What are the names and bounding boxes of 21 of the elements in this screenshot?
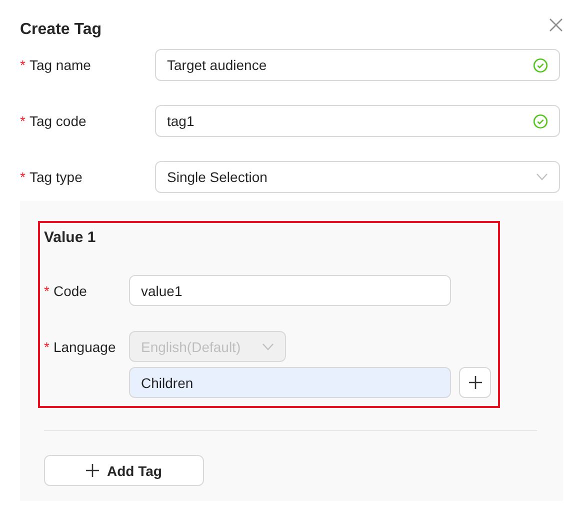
field-label: * Tag type (20, 169, 84, 185)
chevron-down-icon (262, 342, 274, 350)
field-label: * Code (44, 282, 88, 298)
add-language-button[interactable] (459, 367, 491, 398)
add-tag-button[interactable]: Add Tag (44, 455, 204, 486)
field-label: * Tag name (20, 57, 92, 73)
dialog-title: Create Tag (20, 20, 102, 40)
select-field[interactable]: Single Selection (155, 161, 560, 193)
plus-icon (86, 464, 100, 477)
value-title: Value 1 (44, 229, 97, 248)
input-field[interactable]: tag1 (155, 105, 560, 137)
input-field[interactable]: Target audience (155, 49, 560, 81)
check-icon (533, 114, 548, 128)
input-field[interactable]: value1 (129, 275, 451, 306)
check-icon (533, 58, 548, 72)
plus-icon (468, 376, 482, 389)
chevron-down-icon (536, 173, 548, 181)
field-label: * Language (44, 338, 117, 354)
input-field[interactable]: Children (129, 367, 451, 398)
close-icon[interactable] (549, 18, 563, 32)
field-label: * Tag code (20, 113, 88, 129)
